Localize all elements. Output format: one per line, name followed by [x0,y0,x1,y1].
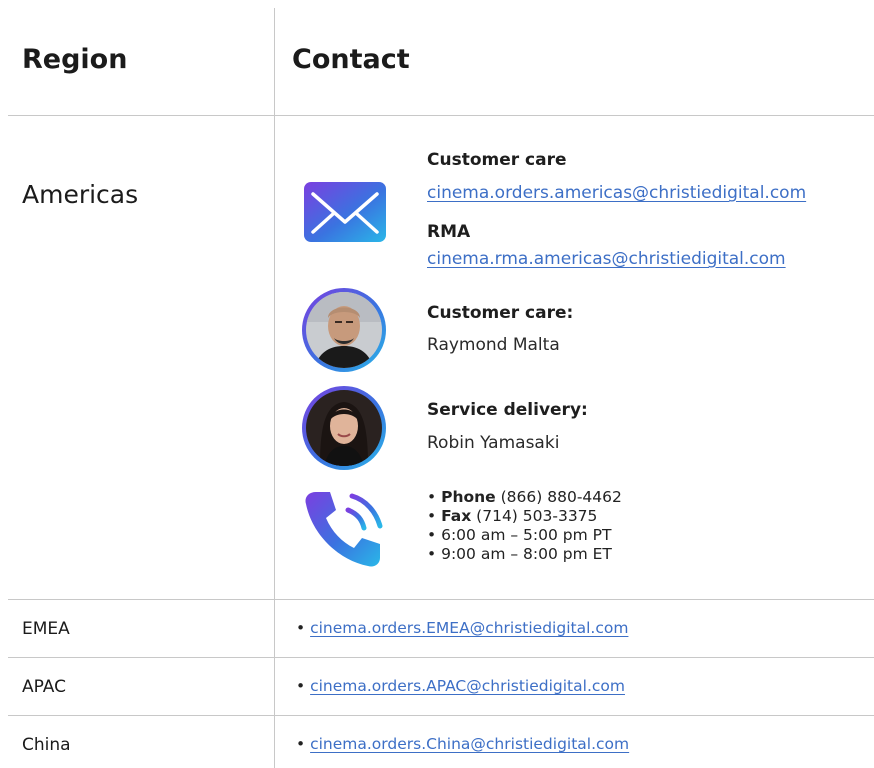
rma-label: RMA [427,222,471,242]
apac-email-link[interactable]: cinema.orders.APAC@christiedigital.com [310,677,625,695]
envelope-icon [304,182,386,242]
emea-email-link[interactable]: cinema.orders.EMEA@christiedigital.com [310,619,628,637]
hours-et-line: • 9:00 am – 8:00 pm ET [427,545,612,563]
emea-contact: • cinema.orders.EMEA@christiedigital.com [296,619,629,637]
person1-name: Raymond Malta [427,335,560,355]
phone-line: • Phone (866) 880-4462 [427,488,622,506]
row-divider-apac [8,715,874,716]
customer-care-email-link[interactable]: cinema.orders.americas@christiedigital.c… [427,183,806,203]
row-divider-americas [8,599,874,600]
person1-role: Customer care: [427,303,574,323]
hours-et: 9:00 am – 8:00 pm ET [441,545,612,563]
phone-icon [305,492,383,567]
fax-number: (714) 503-3375 [476,507,598,525]
fax-label: Fax [441,507,472,525]
person2-name: Robin Yamasaki [427,433,560,453]
region-americas: Americas [22,180,139,209]
rma-email-link[interactable]: cinema.rma.americas@christiedigital.com [427,249,786,269]
region-china: China [22,735,71,755]
china-contact: • cinema.orders.China@christiedigital.co… [296,735,630,753]
phone-label: Phone [441,488,496,506]
apac-contact: • cinema.orders.APAC@christiedigital.com [296,677,625,695]
header-divider [8,115,874,116]
customer-care-label: Customer care [427,150,567,170]
avatar-raymond [302,288,386,372]
china-email-link[interactable]: cinema.orders.China@christiedigital.com [310,735,629,753]
contact-column-header: Contact [292,44,410,75]
hours-pt-line: • 6:00 am – 5:00 pm PT [427,526,612,544]
region-apac: APAC [22,677,66,697]
phone-number: (866) 880-4462 [500,488,622,506]
hours-pt: 6:00 am – 5:00 pm PT [441,526,612,544]
column-divider [274,8,275,768]
region-emea: EMEA [22,619,70,639]
region-column-header: Region [22,44,128,75]
fax-line: • Fax (714) 503-3375 [427,507,598,525]
americas-phone-list: • Phone (866) 880-4462 • Fax (714) 503-3… [427,488,622,564]
person2-role: Service delivery: [427,400,588,420]
avatar-robin [302,386,386,470]
row-divider-emea [8,657,874,658]
